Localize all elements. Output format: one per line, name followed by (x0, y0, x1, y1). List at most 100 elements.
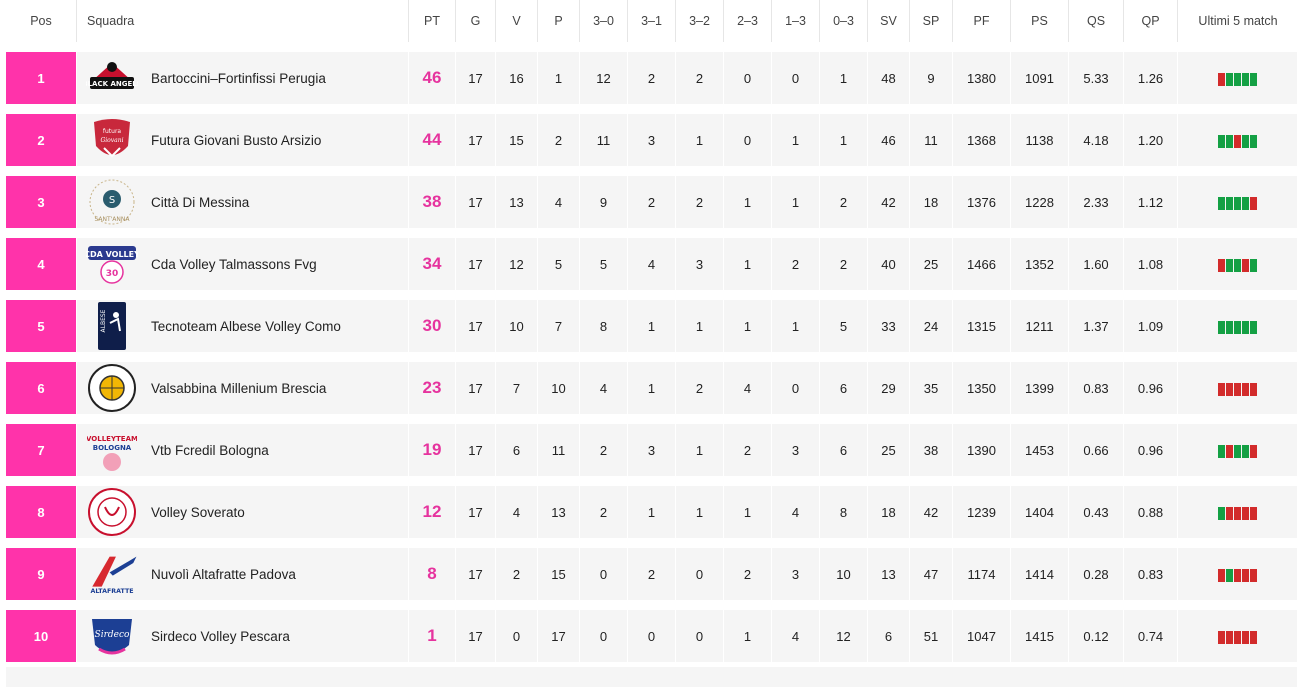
header-team[interactable]: Squadra (77, 0, 410, 42)
cda-volley-logo[interactable]: CDA VOLLEY 30 (86, 239, 138, 289)
stat-s32: 1 (676, 424, 725, 476)
team-name[interactable]: Bartoccini–Fortinfissi Perugia (147, 52, 410, 104)
table-row[interactable]: 2 futura Giovani Futura Giovani Busto Arsiz… (6, 114, 1299, 166)
svg-text:futura: futura (103, 128, 122, 135)
position-cell: 3 (6, 176, 77, 228)
volleyteam-bologna-logo[interactable]: VOLLEYTEAM BOLOGNA (86, 425, 138, 475)
team-name[interactable]: Futura Giovani Busto Arsizio (147, 114, 410, 166)
team-name[interactable]: Vtb Fcredil Bologna (147, 424, 410, 476)
form-win (1218, 134, 1226, 148)
header-qs[interactable]: QS (1069, 0, 1125, 42)
team-logo-cell[interactable]: S SANT'ANNA (77, 176, 147, 228)
header-ps[interactable]: PS (1011, 0, 1070, 42)
stat-s13: 0 (772, 362, 821, 414)
stat-s23: 2 (724, 548, 773, 600)
team-logo-cell[interactable] (77, 486, 147, 538)
stat-s03: 2 (820, 238, 869, 290)
stat-s23: 1 (724, 300, 773, 352)
table-row[interactable]: 10 Sirdeco Sirdeco Volley Pescara 1 17 0 17 0 0 0… (6, 610, 1299, 662)
form-win (1226, 320, 1234, 334)
albese-logo[interactable]: ALBESE (86, 301, 138, 351)
black-angels-logo[interactable]: BLACK ANGELS (86, 53, 138, 103)
header-1-3[interactable]: 1–3 (772, 0, 821, 42)
header-0-3[interactable]: 0–3 (820, 0, 869, 42)
header-p[interactable]: P (538, 0, 581, 42)
header-pt[interactable]: PT (409, 0, 457, 42)
millenium-brescia-logo[interactable] (86, 363, 138, 413)
header-3-1[interactable]: 3–1 (628, 0, 677, 42)
stat-qp: 0.96 (1124, 362, 1179, 414)
last-five-form (1218, 196, 1258, 210)
altafratte-logo[interactable]: ALTAFRATTE (86, 549, 138, 599)
team-logo-cell[interactable]: CDA VOLLEY 30 (77, 238, 147, 290)
stat-qp: 1.08 (1124, 238, 1179, 290)
form-win (1234, 320, 1242, 334)
sirdeco-pescara-logo[interactable]: Sirdeco (86, 611, 138, 661)
stat-ps: 1228 (1011, 176, 1070, 228)
stat-s31: 2 (628, 52, 677, 104)
form-cell (1178, 52, 1299, 104)
form-win (1226, 568, 1234, 582)
header-pf[interactable]: PF (953, 0, 1012, 42)
stat-v: 12 (496, 238, 539, 290)
stat-qs: 0.43 (1069, 486, 1125, 538)
stat-s03: 12 (820, 610, 869, 662)
stat-ps: 1404 (1011, 486, 1070, 538)
table-row[interactable]: 5 ALBESE Tecnoteam Albese Volley Como 30 17 1… (6, 300, 1299, 352)
position-cell: 7 (6, 424, 77, 476)
futura-giovani-logo[interactable]: futura Giovani (86, 115, 138, 165)
table-row[interactable]: 4 CDA VOLLEY 30 Cda Volley Talmassons Fvg 34… (6, 238, 1299, 290)
stat-pt: 8 (409, 548, 457, 600)
svg-text:BOLOGNA: BOLOGNA (93, 444, 132, 452)
stat-sp: 38 (910, 424, 954, 476)
table-row[interactable]: 8 Volley Soverato 12 17 4 13 2 1 1 1 4 8 18 42 1239 140… (6, 486, 1299, 538)
form-loss (1218, 258, 1226, 272)
team-name[interactable]: Valsabbina Millenium Brescia (147, 362, 410, 414)
table-row[interactable]: 1 BLACK ANGELS Bartoccini–Fortinfissi Peru… (6, 52, 1299, 104)
team-name[interactable]: Nuvolì Altafratte Padova (147, 548, 410, 600)
team-logo-cell[interactable]: VOLLEYTEAM BOLOGNA (77, 424, 147, 476)
team-logo-cell[interactable]: Sirdeco (77, 610, 147, 662)
stat-qp: 0.96 (1124, 424, 1179, 476)
stat-s31: 1 (628, 300, 677, 352)
stat-pt: 12 (409, 486, 457, 538)
header-sv[interactable]: SV (868, 0, 911, 42)
stat-s13: 1 (772, 300, 821, 352)
header-sp[interactable]: SP (910, 0, 954, 42)
team-logo-cell[interactable] (77, 362, 147, 414)
stat-v: 4 (496, 486, 539, 538)
team-logo-cell[interactable]: futura Giovani (77, 114, 147, 166)
form-loss (1250, 506, 1258, 520)
team-name[interactable]: Città Di Messina (147, 176, 410, 228)
header-g[interactable]: G (456, 0, 497, 42)
header-2-3[interactable]: 2–3 (724, 0, 773, 42)
header-3-2[interactable]: 3–2 (676, 0, 725, 42)
table-row[interactable]: 6 Valsabbina Millenium Brescia 23 17 7 10 4 1 2 4… (6, 362, 1299, 414)
table-row[interactable]: 9 ALTAFRATTE Nuvolì Altafratte Padova 8 17 2 1… (6, 548, 1299, 600)
team-name[interactable]: Sirdeco Volley Pescara (147, 610, 410, 662)
stat-s30: 5 (580, 238, 629, 290)
volley-soverato-logo[interactable] (86, 487, 138, 537)
stat-s03: 8 (820, 486, 869, 538)
table-row[interactable]: 3 S SANT'ANNA Città Di Messina 38 17 13 4 9 2 2 1 1 2… (6, 176, 1299, 228)
table-row[interactable]: 7 VOLLEYTEAM BOLOGNA Vtb Fcredil Bologna 19 1… (6, 424, 1299, 476)
team-name[interactable]: Volley Soverato (147, 486, 410, 538)
team-name[interactable]: Cda Volley Talmassons Fvg (147, 238, 410, 290)
stat-p: 7 (538, 300, 581, 352)
team-logo-cell[interactable]: ALTAFRATTE (77, 548, 147, 600)
team-name[interactable]: Tecnoteam Albese Volley Como (147, 300, 410, 352)
header-qp[interactable]: QP (1124, 0, 1179, 42)
header-3-0[interactable]: 3–0 (580, 0, 629, 42)
svg-text:ALBESE: ALBESE (100, 309, 107, 332)
stat-g: 17 (456, 300, 497, 352)
team-logo-cell[interactable]: ALBESE (77, 300, 147, 352)
stat-qs: 4.18 (1069, 114, 1125, 166)
stat-sv: 42 (868, 176, 911, 228)
form-win (1250, 134, 1258, 148)
akademia-sant-anna-logo[interactable]: S SANT'ANNA (86, 177, 138, 227)
team-logo-cell[interactable]: BLACK ANGELS (77, 52, 147, 104)
header-v[interactable]: V (496, 0, 539, 42)
header-pos[interactable]: Pos (6, 0, 77, 42)
stat-qs: 1.60 (1069, 238, 1125, 290)
position-cell: 8 (6, 486, 77, 538)
